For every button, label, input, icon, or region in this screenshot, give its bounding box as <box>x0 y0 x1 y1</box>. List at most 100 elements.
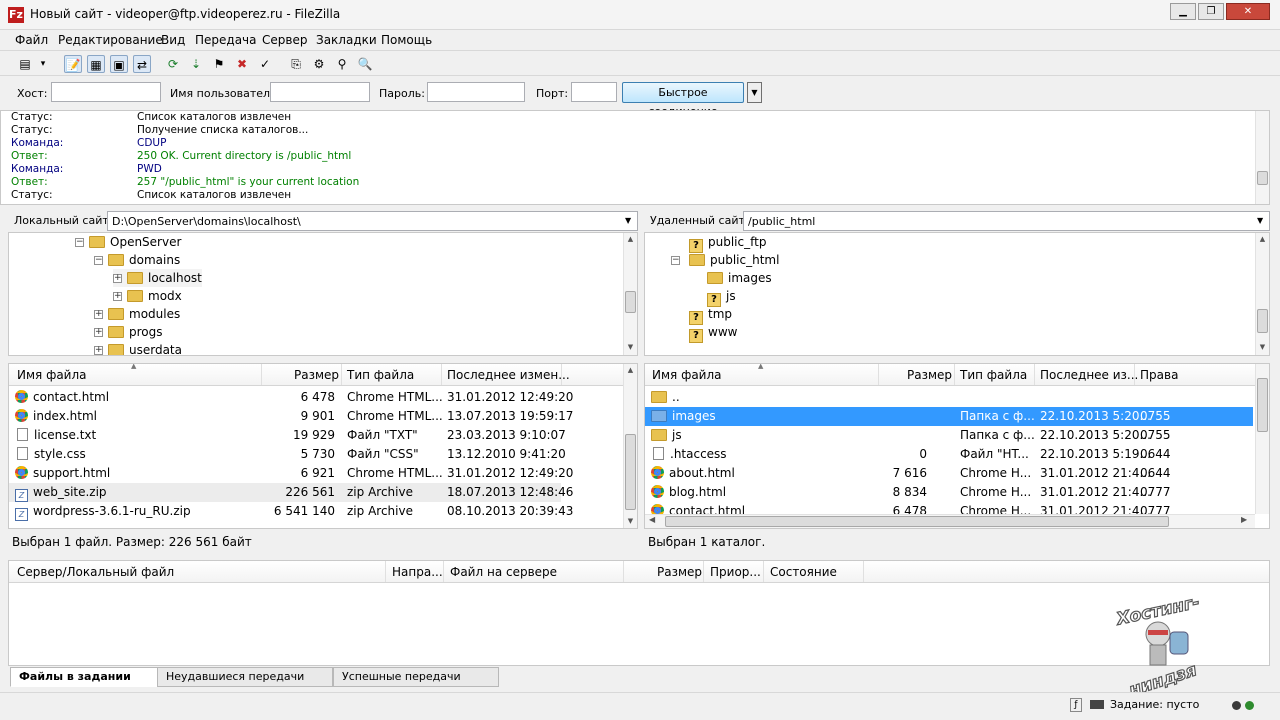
remote-list-scrollbar[interactable] <box>1255 364 1269 514</box>
site-manager-icon[interactable]: ▤ <box>16 55 34 73</box>
column-separator[interactable] <box>763 561 764 582</box>
local-path-input[interactable]: D:\OpenServer\domains\localhost\ <box>107 211 638 231</box>
tree-node-domains[interactable]: − domains <box>94 251 180 269</box>
message-log[interactable]: Статус: Список каталогов извлечен Статус:… <box>0 110 1270 205</box>
log-scrollbar-thumb[interactable] <box>1257 171 1268 185</box>
column-local-file[interactable]: Сервер/Локальный файл <box>17 565 174 579</box>
tree-node-progs[interactable]: + progs <box>94 323 163 341</box>
column-status[interactable]: Состояние <box>770 565 837 579</box>
remote-file-row[interactable]: .htaccess 0 Файл "HT... 22.10.2013 5:19... 0… <box>645 445 1253 464</box>
remote-list-scrollbar-thumb[interactable] <box>1257 378 1268 432</box>
reconnect-icon[interactable]: ✓ <box>256 55 274 73</box>
column-size[interactable]: Размер <box>657 565 702 579</box>
column-separator[interactable] <box>703 561 704 582</box>
remote-file-row[interactable]: blog.html 8 834 Chrome H... 31.01.2012 21:4… <box>645 483 1253 502</box>
local-file-row[interactable]: Zwordpress-3.6.1-ru_RU.zip 6 541 140 zip A… <box>9 502 573 521</box>
refresh-icon[interactable]: ⟳ <box>164 55 182 73</box>
restore-button[interactable]: ❐ <box>1198 3 1224 20</box>
column-separator[interactable] <box>1134 364 1135 385</box>
filter-icon[interactable]: ⚙ <box>310 55 328 73</box>
expand-icon[interactable]: + <box>94 310 103 319</box>
expand-icon[interactable]: + <box>94 346 103 355</box>
remote-directory-tree[interactable]: ? public_ftp − public_html images ? js ? tmp… <box>644 232 1270 356</box>
remote-file-row[interactable]: about.html 7 616 Chrome H... 31.01.2012 21:… <box>645 464 1253 483</box>
local-list-scrollbar-thumb[interactable] <box>625 434 636 510</box>
column-separator[interactable] <box>623 561 624 582</box>
username-input[interactable] <box>270 82 370 102</box>
menu-transfer[interactable]: Передача <box>195 33 257 47</box>
collapse-icon[interactable]: − <box>75 238 84 247</box>
tab-failed-transfers[interactable]: Неудавшиеся передачи <box>157 667 333 687</box>
password-input[interactable] <box>427 82 525 102</box>
column-separator[interactable] <box>878 364 879 385</box>
column-remote-file[interactable]: Файл на сервере <box>450 565 557 579</box>
column-filetype[interactable]: Тип файла <box>960 368 1027 382</box>
menu-view[interactable]: Вид <box>161 33 185 47</box>
tab-successful-transfers[interactable]: Успешные передачи <box>333 667 499 687</box>
remote-list-hscrollbar-thumb[interactable] <box>665 516 1169 527</box>
toggle-queue-icon[interactable]: ⇄ <box>133 55 151 73</box>
local-directory-tree[interactable]: − OpenServer − domains + localhost + modx + m… <box>8 232 638 356</box>
local-file-row[interactable]: index.html 9 901 Chrome HTML... 13.07.2013 … <box>9 407 573 426</box>
column-separator[interactable] <box>863 561 864 582</box>
column-separator[interactable] <box>441 364 442 385</box>
quickconnect-button[interactable]: Быстрое соединение <box>622 82 744 118</box>
tree-node-modules[interactable]: + modules <box>94 305 180 323</box>
column-filename[interactable]: Имя файла <box>652 368 722 382</box>
scroll-up-icon[interactable]: ▲ <box>1256 233 1269 245</box>
tree-node-modx[interactable]: + modx <box>113 287 182 305</box>
local-file-row[interactable]: support.html 6 921 Chrome HTML... 31.01.201… <box>9 464 573 483</box>
expand-icon[interactable]: + <box>94 328 103 337</box>
column-modified[interactable]: Последнее из... <box>1040 368 1138 382</box>
column-permissions[interactable]: Права <box>1140 368 1178 382</box>
tree-node-openserver[interactable]: − OpenServer <box>75 233 181 251</box>
remote-tree-scrollbar-thumb[interactable] <box>1257 309 1268 333</box>
tree-node-public-html[interactable]: − public_html <box>671 251 779 269</box>
local-file-row[interactable]: contact.html 6 478 Chrome HTML... 31.01.201… <box>9 388 573 407</box>
scroll-right-icon[interactable]: ▶ <box>1241 515 1247 524</box>
menu-edit[interactable]: Редактирование <box>58 33 163 47</box>
local-tree-scrollbar[interactable]: ▲ ▼ <box>623 233 637 355</box>
remote-path-input[interactable]: /public_html <box>743 211 1270 231</box>
tree-node-www[interactable]: ? www <box>689 323 737 343</box>
local-file-row[interactable]: license.txt 19 929 Файл "TXT" 23.03.2013 9:… <box>9 426 566 445</box>
menu-server[interactable]: Сервер <box>262 33 307 47</box>
remote-tree-scrollbar[interactable]: ▲ ▼ <box>1255 233 1269 355</box>
minimize-button[interactable]: ▁ <box>1170 3 1196 20</box>
column-size[interactable]: Размер <box>907 368 952 382</box>
toggle-remote-tree-icon[interactable]: ▣ <box>110 55 128 73</box>
tree-node-public-ftp[interactable]: ? public_ftp <box>689 233 766 253</box>
directory-compare-icon[interactable]: ⎘ <box>287 55 305 73</box>
scroll-down-icon[interactable]: ▼ <box>1256 341 1269 353</box>
toggle-log-icon[interactable]: 📝 <box>64 55 82 73</box>
port-input[interactable] <box>571 82 617 102</box>
column-direction[interactable]: Напра... <box>392 565 443 579</box>
remote-file-list[interactable]: Имя файла ▲ Размер Тип файла Последнее и… <box>644 363 1270 529</box>
scroll-up-icon[interactable]: ▲ <box>624 364 637 376</box>
local-file-row-selected[interactable]: Zweb_site.zip 226 561 zip Archive 18.07.201… <box>9 483 573 502</box>
scroll-down-icon[interactable]: ▼ <box>624 515 637 527</box>
collapse-icon[interactable]: − <box>671 256 680 265</box>
log-scrollbar[interactable] <box>1255 111 1269 204</box>
tab-queued-files[interactable]: Файлы в задании <box>10 667 158 687</box>
scroll-up-icon[interactable]: ▲ <box>624 233 637 245</box>
search-icon[interactable]: 🔍 <box>356 55 374 73</box>
chevron-down-icon[interactable]: ▼ <box>1257 216 1263 225</box>
column-separator[interactable] <box>561 364 562 385</box>
column-separator[interactable] <box>261 364 262 385</box>
menu-file[interactable]: Файл <box>15 33 48 47</box>
remote-file-row[interactable]: contact.html 6 478 Chrome H... 31.01.2012 2… <box>645 502 1253 514</box>
remote-file-row-selected[interactable]: images Папка с ф... 22.10.2013 5:20... 0755 <box>645 407 1253 426</box>
remote-list-hscrollbar[interactable]: ◀ ▶ <box>645 514 1255 528</box>
expand-icon[interactable]: + <box>113 292 122 301</box>
remote-file-row[interactable]: .. <box>645 388 1253 407</box>
column-size[interactable]: Размер <box>294 368 339 382</box>
local-file-list[interactable]: Имя файла ▲ Размер Тип файла Последнее и… <box>8 363 638 529</box>
scroll-down-icon[interactable]: ▼ <box>624 341 637 353</box>
cancel-icon[interactable]: ⚑ <box>210 55 228 73</box>
column-separator[interactable] <box>385 561 386 582</box>
tree-node-localhost[interactable]: + localhost <box>113 269 202 287</box>
sync-browse-icon[interactable]: ⚲ <box>333 55 351 73</box>
tree-node-userdata[interactable]: + userdata <box>94 341 182 355</box>
chevron-down-icon[interactable]: ▼ <box>625 216 631 225</box>
